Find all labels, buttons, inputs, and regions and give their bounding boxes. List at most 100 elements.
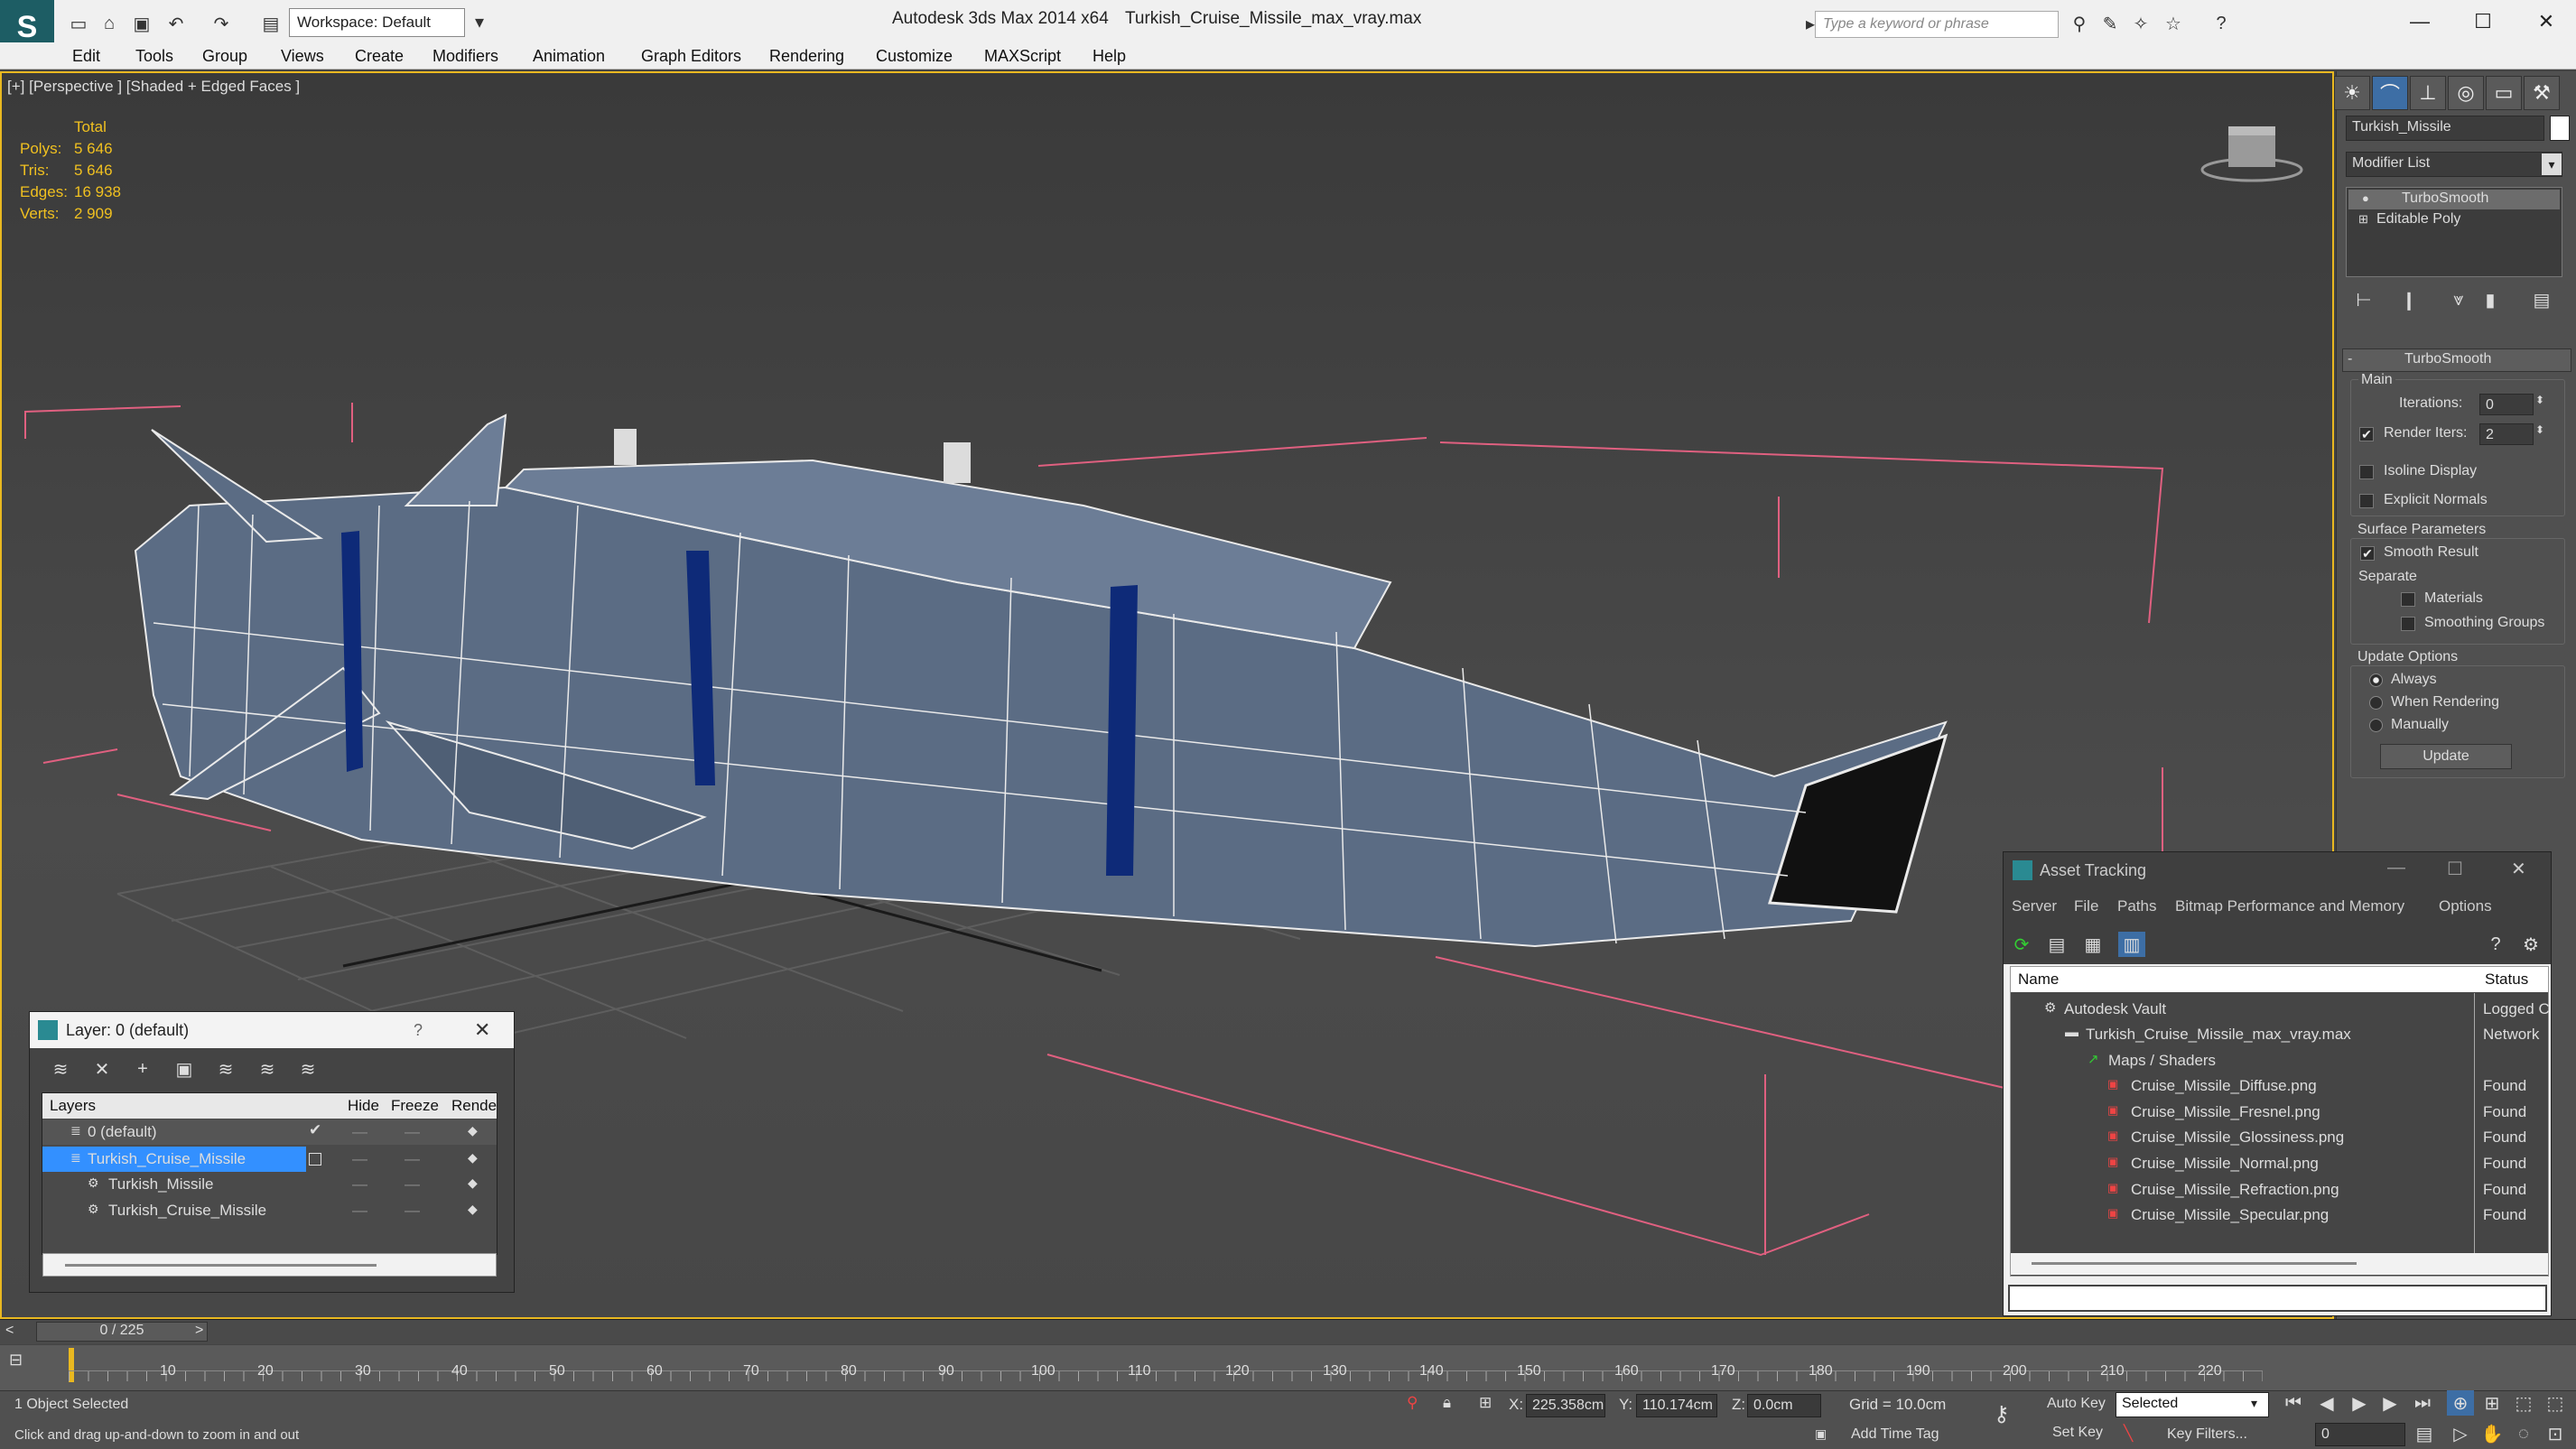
expand-plus-icon[interactable]: ⊞ — [2358, 212, 2368, 227]
help-icon[interactable]: ? — [2482, 932, 2509, 957]
close-icon[interactable]: ✕ — [474, 1018, 490, 1042]
grid-view-icon[interactable]: ▥ — [2118, 932, 2145, 957]
current-frame-field[interactable]: 0 — [2315, 1423, 2405, 1446]
previous-frame-icon[interactable]: ◀ — [2313, 1390, 2340, 1416]
time-prev-icon[interactable]: < — [5, 1323, 14, 1339]
asset-menu-paths[interactable]: Paths — [2117, 897, 2156, 915]
time-next-icon[interactable]: > — [195, 1323, 203, 1339]
menu-tools[interactable]: Tools — [135, 47, 173, 66]
asset-menu-options[interactable]: Options — [2439, 897, 2492, 915]
menu-customize[interactable]: Customize — [876, 47, 953, 66]
time-slider[interactable] — [0, 1319, 2576, 1344]
workspace-dropdown[interactable]: Workspace: Default — [289, 8, 465, 37]
smoothing-groups-checkbox[interactable] — [2401, 617, 2415, 631]
hide-toggle[interactable]: — — [352, 1175, 367, 1194]
zoom-extents-icon[interactable]: ⬚ — [2510, 1390, 2537, 1416]
maximize-button[interactable]: ☐ — [2447, 858, 2463, 880]
transform-mode-icon[interactable]: ⊞ — [1479, 1394, 1492, 1412]
maximize-button[interactable]: ☐ — [2456, 5, 2510, 38]
delete-layer-icon[interactable]: ✕ — [88, 1056, 116, 1082]
chevron-down-icon[interactable]: ▾ — [2542, 153, 2562, 175]
render-iters-spinner[interactable]: 2 — [2479, 423, 2534, 445]
y-coordinate-field[interactable]: 110.174cm — [1636, 1394, 1717, 1417]
iterations-spinner[interactable]: 0 — [2479, 394, 2534, 415]
auto-key-button[interactable]: Auto Key — [2047, 1396, 2106, 1412]
chevron-down-icon[interactable]: ▾ — [2251, 1396, 2257, 1411]
set-key-button[interactable]: Set Key — [2052, 1425, 2103, 1441]
layer-name[interactable]: 0 (default) — [88, 1123, 157, 1141]
menu-views[interactable]: Views — [281, 47, 324, 66]
freeze-toggle[interactable]: — — [405, 1150, 420, 1168]
add-time-tag[interactable]: Add Time Tag — [1851, 1426, 1939, 1443]
menu-maxscript[interactable]: MAXScript — [984, 47, 1061, 66]
render-teapot-icon[interactable]: ◆ — [468, 1202, 478, 1217]
zoom-all-icon[interactable]: ⊞ — [2478, 1390, 2506, 1416]
key-filters-button[interactable]: Key Filters... — [2167, 1426, 2247, 1443]
zoom-icon[interactable]: ⊕ — [2447, 1390, 2474, 1416]
close-button[interactable]: ✕ — [2511, 858, 2526, 880]
spinner-arrows-icon[interactable]: ⬍ — [2535, 423, 2544, 436]
lock-selection-icon[interactable]: 🔒︎ — [1443, 1394, 1451, 1412]
stack-item-editable-poly[interactable]: Editable Poly — [2376, 211, 2460, 228]
track-bar[interactable] — [0, 1345, 2576, 1390]
freeze-toggle[interactable]: — — [405, 1123, 420, 1141]
hide-all-layers-icon[interactable]: ≋ — [254, 1056, 281, 1082]
isoline-display-checkbox[interactable] — [2359, 465, 2374, 479]
motion-tab-icon[interactable]: ◎ — [2448, 76, 2484, 110]
render-teapot-icon[interactable]: ◆ — [468, 1150, 478, 1166]
help-button[interactable]: ? — [414, 1021, 423, 1040]
undo-icon[interactable]: ↶ — [163, 11, 190, 36]
asset-menu-file[interactable]: File — [2074, 897, 2098, 915]
play-icon[interactable]: ▶ — [2346, 1390, 2373, 1416]
asset-name[interactable]: Cruise_Missile_Specular.png — [2131, 1206, 2329, 1224]
communication-icon[interactable]: ✧ — [2127, 11, 2154, 36]
new-file-icon[interactable]: ▭ — [65, 11, 92, 36]
hide-column-header[interactable]: Hide — [348, 1097, 379, 1115]
scrollbar-thumb[interactable] — [2032, 1262, 2357, 1265]
manually-radio[interactable] — [2369, 719, 2383, 732]
search-input[interactable]: Type a keyword or phrase — [1815, 11, 2059, 38]
orbit-icon[interactable]: ◌ — [2510, 1421, 2537, 1446]
settings-icon[interactable]: ⚙ — [2517, 932, 2544, 957]
set-active-layer-box[interactable] — [309, 1153, 321, 1166]
create-layer-icon[interactable]: ≋ — [47, 1056, 74, 1082]
asset-name[interactable]: Maps / Shaders — [2108, 1052, 2216, 1070]
explicit-normals-checkbox[interactable] — [2359, 494, 2374, 508]
menu-create[interactable]: Create — [355, 47, 404, 66]
binoculars-icon[interactable]: ⚲ — [2066, 11, 2093, 36]
status-column-header[interactable]: Status — [2485, 971, 2528, 989]
pin-stack-icon[interactable]: ⊢ — [2350, 287, 2377, 312]
menu-graph-editors[interactable]: Graph Editors — [641, 47, 741, 66]
render-iters-checkbox[interactable]: ✔ — [2359, 427, 2374, 441]
open-file-icon[interactable]: ⌂ — [96, 11, 123, 36]
asset-path-field[interactable] — [2008, 1285, 2547, 1312]
freeze-toggle[interactable]: — — [405, 1202, 420, 1220]
key-selection-dropdown[interactable]: Selected — [2116, 1392, 2269, 1417]
maximize-viewport-icon[interactable]: ⊡ — [2542, 1421, 2569, 1446]
remove-modifier-icon[interactable]: ▮ — [2477, 287, 2504, 312]
viewport-label[interactable]: [+] [Perspective ] [Shaded + Edged Faces… — [7, 78, 300, 96]
show-end-result-icon[interactable]: ❙ — [2395, 287, 2423, 312]
mini-curve-editor-icon[interactable]: ⊟ — [9, 1351, 36, 1372]
minimize-button[interactable]: — — [2387, 858, 2405, 878]
always-radio[interactable] — [2369, 673, 2383, 687]
add-to-layer-icon[interactable]: + — [129, 1056, 156, 1082]
help-icon[interactable]: ? — [2208, 11, 2235, 36]
object-color-swatch[interactable] — [2550, 116, 2570, 141]
redo-icon[interactable]: ↷ — [208, 11, 235, 36]
minimize-button[interactable]: — — [2393, 5, 2447, 38]
select-in-layer-icon[interactable]: ▣ — [171, 1056, 198, 1082]
time-tag-icon[interactable]: ▣ — [1815, 1426, 1827, 1442]
z-coordinate-field[interactable]: 0.0cm — [1747, 1394, 1821, 1417]
freeze-toggle[interactable]: — — [405, 1175, 420, 1194]
save-file-icon[interactable]: ▣ — [128, 11, 155, 36]
menu-help[interactable]: Help — [1093, 47, 1126, 66]
asset-menu-bitmap-performance[interactable]: Bitmap Performance and Memory — [2175, 897, 2404, 915]
materials-checkbox[interactable] — [2401, 592, 2415, 607]
menu-rendering[interactable]: Rendering — [769, 47, 844, 66]
subscription-icon[interactable]: ✎ — [2097, 11, 2124, 36]
hide-toggle[interactable]: — — [352, 1202, 367, 1220]
lightbulb-icon[interactable]: ● — [2362, 191, 2369, 205]
layer-name[interactable]: Turkish_Cruise_Missile — [88, 1150, 246, 1168]
project-folder-icon[interactable]: ▤ — [257, 11, 284, 36]
